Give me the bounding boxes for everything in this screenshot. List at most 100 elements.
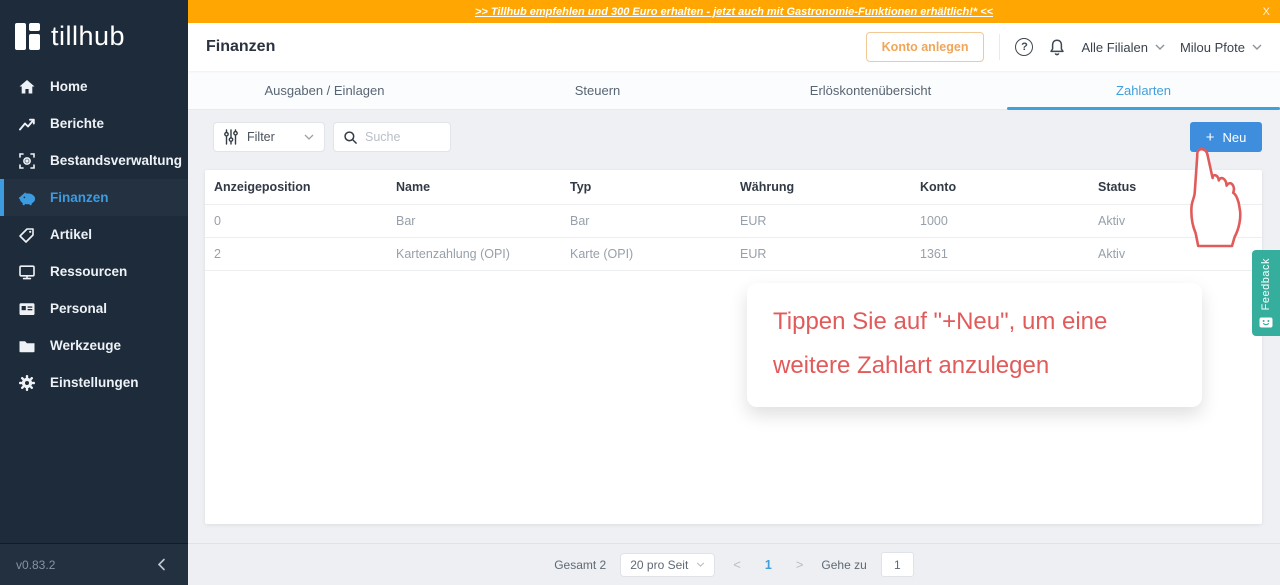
tab-steuern[interactable]: Steuern: [461, 71, 734, 109]
scan-icon: [18, 152, 36, 170]
sidebar-item-label: Finanzen: [50, 190, 109, 205]
tag-icon: [18, 226, 36, 244]
promo-banner[interactable]: >> Tillhub empfehlen und 300 Euro erhalt…: [188, 0, 1280, 23]
table-header-row: Anzeigeposition Name Typ Währung Konto S…: [205, 170, 1262, 205]
user-menu-label: Milou Pfote: [1179, 39, 1245, 55]
banner-close-icon[interactable]: X: [1263, 6, 1270, 18]
piggy-bank-icon: [18, 189, 36, 207]
goto-label: Gehe zu: [821, 557, 867, 572]
feedback-label: Feedback: [1260, 258, 1272, 311]
cell-waehrung: EUR: [740, 247, 767, 261]
header-divider: [999, 34, 1001, 60]
branch-selector-label: Alle Filialen: [1081, 39, 1148, 55]
branch-selector[interactable]: Alle Filialen: [1081, 39, 1165, 55]
konto-anlegen-button[interactable]: Konto anlegen: [865, 32, 985, 62]
sidebar-item-label: Einstellungen: [50, 375, 139, 390]
sidebar-item-label: Home: [50, 79, 88, 94]
page-title: Finanzen: [206, 38, 276, 55]
cell-anzeigeposition: 0: [214, 214, 221, 228]
sidebar-item-werkzeuge[interactable]: Werkzeuge: [0, 327, 188, 364]
table-row[interactable]: 0 Bar Bar EUR 1000 Aktiv: [205, 205, 1262, 238]
annotation-line: Tippen Sie auf "+Neu", um eine: [773, 308, 1108, 335]
tutorial-annotation: Tippen Sie auf "+Neu", um eine weitere Z…: [747, 283, 1202, 407]
app-version: v0.83.2: [16, 557, 56, 572]
plus-icon: +: [1205, 128, 1215, 146]
promo-banner-text[interactable]: >> Tillhub empfehlen und 300 Euro erhalt…: [475, 6, 993, 18]
tab-zahlarten[interactable]: Zahlarten: [1007, 71, 1280, 110]
sidebar-item-artikel[interactable]: Artikel: [0, 216, 188, 253]
search-input[interactable]: [365, 130, 441, 144]
filter-label: Filter: [247, 130, 275, 144]
sidebar-footer: v0.83.2: [0, 543, 188, 585]
pointer-hand-annotation: [1190, 147, 1242, 248]
sidebar-item-personal[interactable]: Personal: [0, 290, 188, 327]
search-box[interactable]: [333, 122, 451, 152]
folder-icon: [18, 337, 36, 355]
chart-icon: [18, 115, 36, 133]
user-menu[interactable]: Milou Pfote: [1180, 40, 1262, 55]
content-area: Filter + Neu Anzeigeposition Name Typ Wä…: [188, 110, 1280, 585]
sidebar-item-label: Ressourcen: [50, 264, 128, 279]
total-count: Gesamt 2: [554, 557, 607, 572]
sidebar-item-berichte[interactable]: Berichte: [0, 105, 188, 142]
tab-ausgaben-einlagen[interactable]: Ausgaben / Einlagen: [188, 71, 461, 109]
feedback-tab[interactable]: Feedback: [1252, 250, 1280, 336]
sidebar-item-label: Bestandsverwaltung: [50, 153, 183, 168]
prev-page-button[interactable]: <: [729, 557, 745, 572]
next-page-button[interactable]: >: [792, 557, 808, 572]
current-page[interactable]: 1: [759, 558, 778, 572]
help-icon[interactable]: ?: [1015, 38, 1034, 56]
cell-waehrung: EUR: [740, 214, 767, 228]
sidebar-item-home[interactable]: Home: [0, 68, 188, 105]
sidebar-item-label: Personal: [50, 301, 108, 316]
sidebar: tillhub Home Berichte Bestandsverwaltung…: [0, 0, 188, 585]
chevron-down-icon: [1252, 44, 1262, 50]
feedback-smiley-icon: [1259, 317, 1273, 328]
sidebar-item-bestandsverwaltung[interactable]: Bestandsverwaltung: [0, 142, 188, 179]
id-badge-icon: [18, 300, 36, 318]
sidebar-item-label: Werkzeuge: [50, 338, 122, 353]
column-header: Währung: [740, 180, 795, 194]
sidebar-item-ressourcen[interactable]: Ressourcen: [0, 253, 188, 290]
sidebar-item-label: Artikel: [50, 227, 93, 242]
cell-name: Bar: [396, 214, 416, 228]
cell-typ: Karte (OPI): [570, 247, 634, 261]
tab-erloeskontenuebersicht[interactable]: Erlöskontenübersicht: [734, 71, 1007, 109]
column-header: Konto: [920, 180, 957, 194]
tabs-bar: Ausgaben / Einlagen Steuern Erlöskontenü…: [188, 71, 1280, 110]
pagination-bar: Gesamt 2 20 pro Seit < 1 > Gehe zu: [188, 543, 1280, 585]
monitor-icon: [18, 263, 36, 281]
chevron-down-icon: [1155, 44, 1165, 50]
chevron-down-icon: [304, 134, 314, 140]
sidebar-item-finanzen[interactable]: Finanzen: [0, 179, 188, 216]
cell-typ: Bar: [570, 214, 590, 228]
page-size-value: 20 pro Seit: [630, 557, 689, 572]
sidebar-collapse-button[interactable]: [157, 558, 166, 571]
filter-dropdown[interactable]: Filter: [213, 122, 325, 152]
gear-icon: [18, 374, 36, 392]
column-header: Name: [396, 180, 431, 194]
cell-konto: 1000: [920, 214, 948, 228]
page-header: Finanzen Konto anlegen ? Alle Filialen M…: [188, 23, 1280, 71]
cell-anzeigeposition: 2: [214, 247, 221, 261]
column-header: Anzeigeposition: [214, 180, 311, 194]
cell-konto: 1361: [920, 247, 948, 261]
chevron-down-icon: [697, 562, 705, 567]
notifications-bell-icon[interactable]: [1048, 38, 1066, 56]
annotation-line: weitere Zahlart anzulegen: [773, 352, 1050, 379]
main-area: >> Tillhub empfehlen und 300 Euro erhalt…: [188, 0, 1280, 585]
home-icon: [18, 78, 36, 96]
tillhub-logo[interactable]: tillhub: [0, 0, 188, 58]
table-row[interactable]: 2 Kartenzahlung (OPI) Karte (OPI) EUR 13…: [205, 238, 1262, 271]
logo-text: tillhub: [51, 21, 126, 51]
sidebar-item-einstellungen[interactable]: Einstellungen: [0, 364, 188, 401]
filter-sliders-icon: [224, 129, 238, 145]
neu-button-label: Neu: [1222, 129, 1247, 145]
cell-name: Kartenzahlung (OPI): [396, 247, 510, 261]
page-size-select[interactable]: 20 pro Seit: [620, 552, 716, 577]
sidebar-item-label: Berichte: [50, 116, 105, 131]
tillhub-logo-icon: [15, 23, 42, 50]
column-header: Typ: [570, 180, 592, 194]
sidebar-menu: Home Berichte Bestandsverwaltung Finanze…: [0, 68, 188, 401]
goto-page-input[interactable]: [880, 552, 914, 577]
